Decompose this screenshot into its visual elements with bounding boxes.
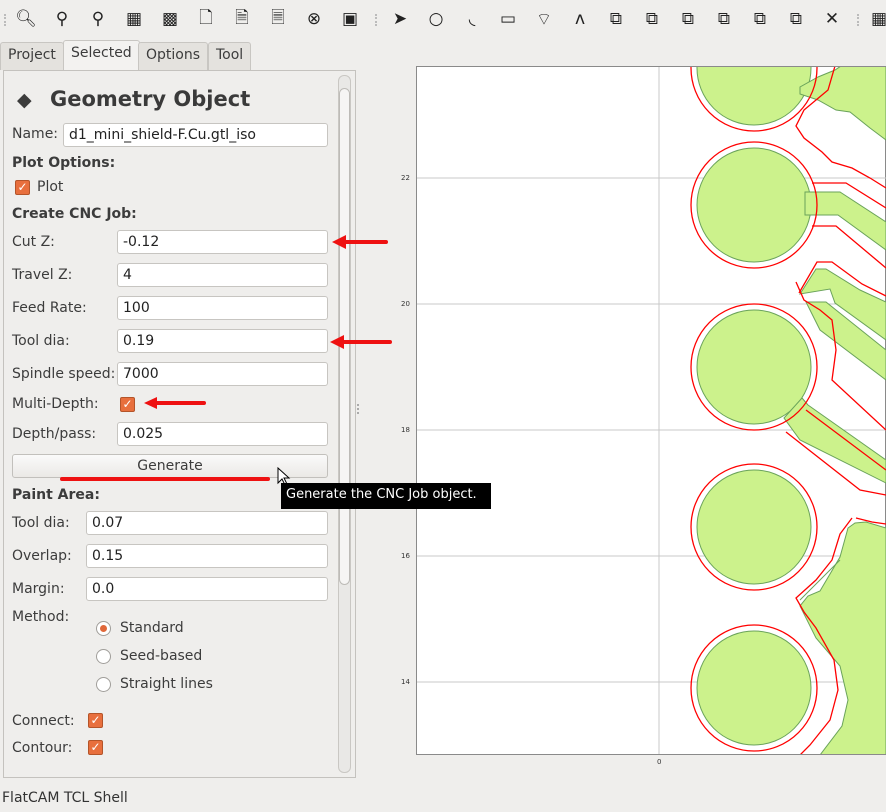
y-tick-label: 22 — [401, 174, 410, 182]
copper-regions — [696, 67, 886, 754]
y-tick-label: 20 — [401, 300, 410, 308]
y-tick-label: 14 — [401, 678, 410, 686]
pad — [696, 469, 812, 585]
y-tick-label: 16 — [401, 552, 410, 560]
status-bar[interactable]: FlatCAM TCL Shell — [0, 788, 886, 812]
y-tick-label: 18 — [401, 426, 410, 434]
pad — [696, 147, 812, 263]
copper-pour — [799, 521, 886, 754]
plot-drawing — [417, 67, 886, 754]
x-tick-label: 0 — [657, 758, 662, 766]
pad — [696, 630, 812, 746]
pad — [696, 67, 812, 126]
tooltip: Generate the CNC Job object. — [281, 483, 491, 509]
